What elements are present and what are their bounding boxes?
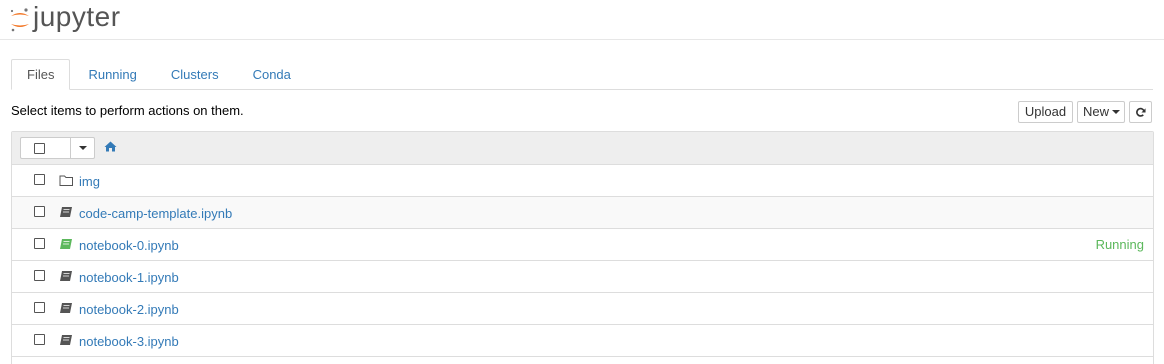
upload-button[interactable]: Upload <box>1018 101 1073 123</box>
notebook-icon <box>60 303 72 313</box>
jupyter-logo-icon <box>10 7 29 31</box>
item-name-link[interactable]: code-camp-template.ipynb <box>79 206 232 221</box>
item-checkbox[interactable] <box>34 334 45 345</box>
caret-down-icon <box>1112 109 1121 114</box>
item-checkbox[interactable] <box>34 174 45 185</box>
new-dropdown-button[interactable]: New <box>1077 101 1125 123</box>
tab-conda[interactable]: Conda <box>237 59 307 89</box>
tab-clusters[interactable]: Clusters <box>155 59 235 89</box>
home-icon[interactable] <box>104 141 117 152</box>
caret-down-icon <box>79 146 87 150</box>
list-item: notebook-3.ipynb <box>12 325 1153 357</box>
refresh-button[interactable] <box>1129 101 1152 123</box>
logo-wordmark: jupyter <box>33 0 121 32</box>
running-notebook-icon <box>60 239 72 249</box>
notebook-icon <box>60 271 72 281</box>
notebook-icon <box>60 207 72 217</box>
select-all-area <box>21 138 71 158</box>
running-status-label: Running <box>1095 237 1144 252</box>
item-name-link[interactable]: notebook-0.ipynb <box>79 238 179 253</box>
folder-icon <box>59 175 73 186</box>
jupyter-logo[interactable]: jupyter <box>9 0 121 39</box>
list-item: notebook-2.ipynb <box>12 293 1153 325</box>
tab-files[interactable]: Files <box>11 59 71 90</box>
item-checkbox[interactable] <box>34 270 45 281</box>
header-bar: jupyter <box>0 0 1164 40</box>
refresh-icon <box>1136 107 1146 117</box>
notebook-icon <box>60 335 72 345</box>
item-name-link[interactable]: notebook-3.ipynb <box>79 334 179 349</box>
select-dropdown-toggle[interactable] <box>71 138 94 158</box>
item-checkbox[interactable] <box>34 302 45 313</box>
item-name-link[interactable]: notebook-2.ipynb <box>79 302 179 317</box>
tab-running[interactable]: Running <box>72 59 152 89</box>
file-list-header <box>12 132 1153 165</box>
list-item: notebook-1.ipynb <box>12 261 1153 293</box>
select-all-checkbox[interactable] <box>34 143 45 154</box>
list-item: img <box>12 165 1153 197</box>
new-button-label: New <box>1083 104 1110 119</box>
select-all-group <box>20 137 95 159</box>
tab-bar: Files Running Clusters Conda <box>11 59 1153 90</box>
item-checkbox[interactable] <box>34 238 45 249</box>
item-name-link[interactable]: notebook-1.ipynb <box>79 270 179 285</box>
list-item: code-camp-template.ipynb <box>12 197 1153 229</box>
item-name-link[interactable]: img <box>79 174 100 189</box>
item-checkbox[interactable] <box>34 206 45 217</box>
jupyter-file-browser: jupyter Files Running Clusters Conda Sel… <box>0 0 1164 364</box>
list-item: notebook-0.ipynb Running <box>12 229 1153 261</box>
instructions-text: Select items to perform actions on them. <box>11 103 244 118</box>
file-list: img code-camp-template.ipynb notebook-0.… <box>11 131 1154 364</box>
